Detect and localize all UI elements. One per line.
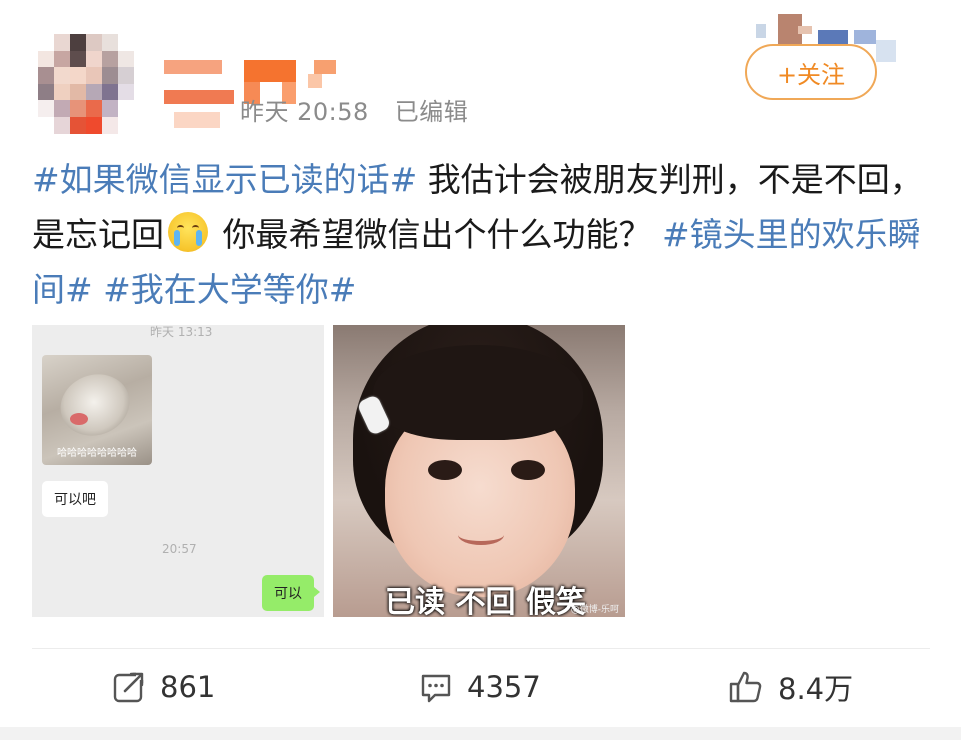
- cat-sticker: 哈哈哈哈哈哈哈哈: [42, 355, 152, 465]
- comment-button[interactable]: 4357: [419, 665, 541, 709]
- post-timestamp: 昨天 20:58: [240, 98, 369, 126]
- repost-icon: [113, 670, 146, 703]
- photo-smile: [458, 525, 504, 545]
- hashtag-waiting-at-university[interactable]: #我在大学等你#: [103, 270, 356, 309]
- photo-caption: 已读 不回 假笑: [385, 585, 586, 617]
- repost-button[interactable]: 861: [112, 665, 215, 709]
- post-image-chat[interactable]: 昨天 13:13 哈哈哈哈哈哈哈哈 可以吧 20:57 可以: [32, 325, 324, 617]
- sticker-caption: 哈哈哈哈哈哈哈哈: [57, 448, 137, 459]
- chat-bubble-right: 可以: [262, 575, 320, 611]
- chat-time-top: 昨天 13:13: [150, 325, 213, 339]
- thumbs-up-icon: [729, 671, 762, 703]
- post-image-photo[interactable]: 已读 不回 假笑 @微博-乐呵: [333, 325, 625, 617]
- divider: [32, 648, 930, 649]
- hashtag-wechat-read[interactable]: #如果微信显示已读的话#: [32, 160, 417, 199]
- comment-icon: [421, 674, 451, 703]
- post-body-part2: 你最希望微信出个什么功能？: [212, 215, 652, 254]
- chat-time-mid: 20:57: [162, 542, 197, 556]
- like-button[interactable]: 8.4万: [728, 665, 853, 709]
- edited-label: 已编辑: [394, 98, 469, 126]
- repost-count: 861: [160, 670, 216, 704]
- crying-face-icon: [168, 212, 208, 252]
- follow-button[interactable]: +关注: [745, 44, 877, 100]
- like-count: 8.4万: [778, 672, 854, 706]
- comment-count: 4357: [467, 670, 541, 704]
- photo-eye-right: [511, 460, 545, 480]
- cat-mouth: [70, 413, 88, 425]
- avatar[interactable]: [38, 34, 134, 134]
- chat-bubble-left: 可以吧: [42, 481, 108, 517]
- post-text: #如果微信显示已读的话# 我估计会被朋友判刑，不是不回，是忘记回 你最希望微信出…: [32, 152, 932, 317]
- cat-face-icon: [51, 364, 139, 446]
- photo-eye-left: [428, 460, 462, 480]
- post-meta: 昨天 20:58 已编辑: [240, 92, 468, 127]
- bottom-separator: [0, 727, 961, 740]
- photo-watermark: @微博-乐呵: [570, 605, 619, 615]
- photo-bangs: [373, 345, 583, 440]
